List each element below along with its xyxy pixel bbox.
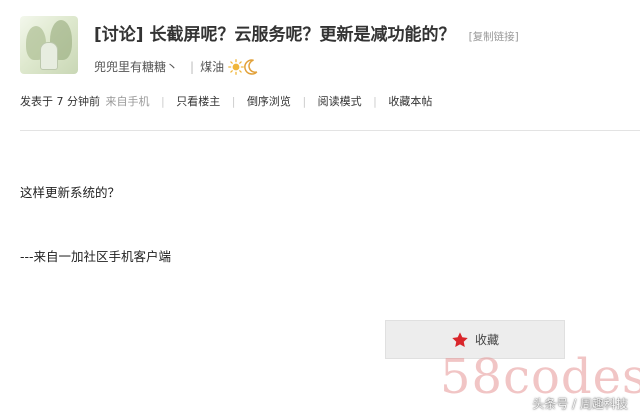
posted-time: 发表于 7 分钟前 [20, 95, 100, 108]
avatar-figure-shape [40, 42, 58, 70]
post-signature: ---来自一加社区手机客户端 [20, 249, 172, 264]
moon-icon [244, 58, 258, 75]
meta-separator: | [161, 95, 165, 108]
favorite-button-label: 收藏 [474, 333, 499, 347]
meta-separator: | [373, 95, 377, 108]
favorite-post-link[interactable]: 收藏本帖 [388, 95, 432, 108]
reading-mode-link[interactable]: 阅读模式 [318, 95, 362, 108]
avatar[interactable] [20, 16, 78, 74]
star-icon [452, 331, 468, 347]
author-name[interactable]: 兜兜里有糖糖丶 [94, 58, 178, 75]
post-title-row: [讨论] 长截屏呢？云服务呢？更新是减功能的？ [复制链接] [94, 20, 519, 45]
weather-icons [228, 58, 258, 75]
post-source: 来自手机 [105, 95, 150, 108]
post-body-line: 这样更新系统的？ [20, 185, 121, 200]
meta-separator: | [302, 95, 307, 108]
user-group-label: 煤油 [200, 60, 225, 74]
sun-icon [228, 58, 244, 75]
author-separator: | [190, 59, 195, 74]
copy-link-button[interactable]: [复制链接] [469, 31, 519, 43]
meta-separator: | [231, 95, 236, 108]
post-title: [讨论] 长截屏呢？云服务呢？更新是减功能的？ [94, 25, 456, 45]
post-meta-row: 发表于 7 分钟前 来自手机 | 只看楼主 | 倒序浏览 | 阅读模式 | 收藏… [20, 93, 432, 109]
header-divider [20, 130, 640, 131]
only-author-link[interactable]: 只看楼主 [176, 95, 220, 108]
credit-watermark: 头条号 / 周趣科技 [532, 397, 628, 411]
author-row: 兜兜里有糖糖丶 | 煤油 [94, 58, 258, 75]
reverse-order-link[interactable]: 倒序浏览 [247, 95, 291, 108]
